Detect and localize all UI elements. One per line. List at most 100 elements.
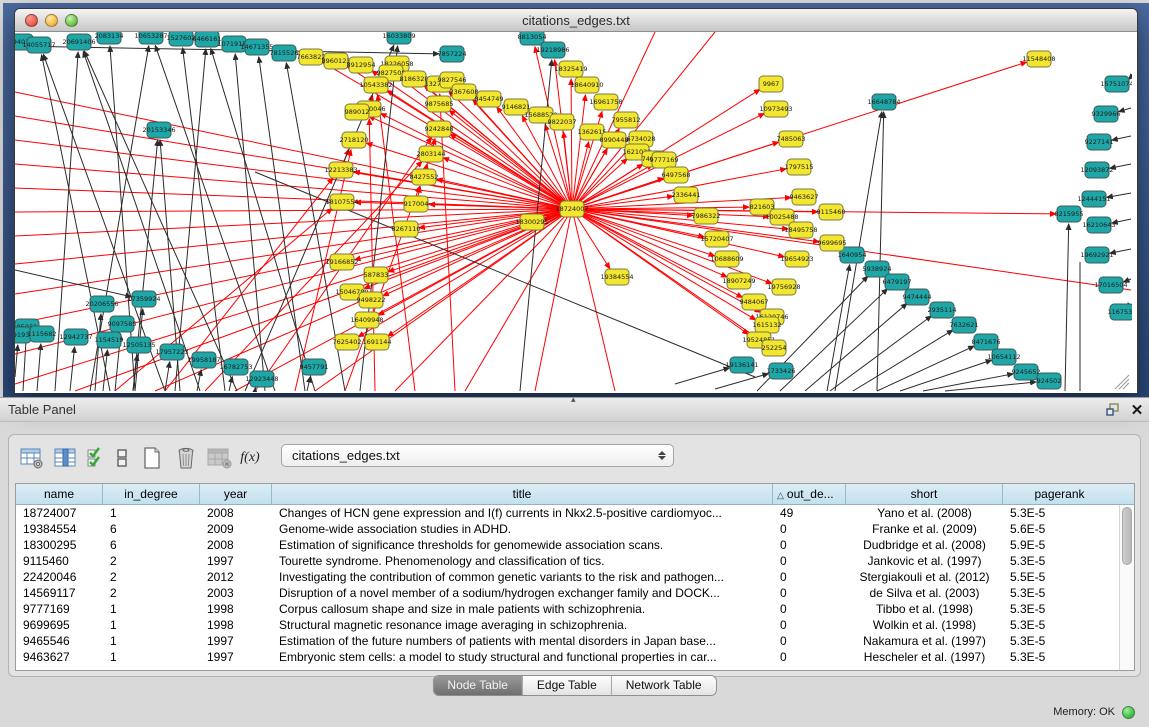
cell-title[interactable]: Embryonic stem cells: a model to study s… (272, 649, 773, 665)
cell-in-degree[interactable]: 1 (103, 617, 200, 633)
graph-node[interactable]: 8912954 (347, 57, 376, 73)
table-row[interactable]: 1872400712008Changes of HCN gene express… (16, 505, 1119, 521)
network-canvas[interactable]: 1940331405571720691406208313410653287152… (15, 32, 1137, 392)
table-row[interactable]: 1830029562008Estimation of significance … (16, 537, 1119, 553)
graph-node[interactable]: 9484067 (740, 294, 769, 310)
cell-in-degree[interactable]: 2 (103, 553, 200, 569)
cell-in-degree[interactable]: 1 (103, 633, 200, 649)
cell-title[interactable]: Structural magnetic resonance image aver… (272, 617, 773, 633)
resize-grip-line[interactable] (1115, 375, 1129, 389)
table-row[interactable]: 946362711997Embryonic stem cells: a mode… (16, 649, 1119, 665)
cell-name[interactable]: 22420046 (16, 569, 103, 585)
graph-node[interactable]: 9822037 (548, 114, 577, 130)
cell-pagerank[interactable]: 5.5E-5 (1003, 569, 1116, 585)
citation-edge-black[interactable] (877, 112, 884, 391)
graph-node[interactable]: 2935114 (928, 302, 957, 318)
citation-edge-black[interactable] (37, 344, 41, 391)
graph-node[interactable]: 2083134 (95, 32, 124, 44)
cell-short[interactable]: Hescheler et al. (1997) (846, 649, 1003, 665)
column-header-pagerank[interactable]: pagerank (1003, 484, 1116, 504)
graph-node[interactable]: 15751074 (1100, 76, 1132, 92)
cell-in-degree[interactable]: 1 (103, 505, 200, 521)
checklist-icon[interactable] (85, 444, 107, 472)
graph-node[interactable]: 7485063 (777, 131, 806, 147)
new-file-icon[interactable] (137, 444, 167, 472)
network-graph[interactable]: 1940331405571720691406208313410653287152… (15, 32, 1132, 392)
cell-title[interactable]: Disruption of a novel member of a sodium… (272, 585, 773, 601)
graph-node[interactable]: 19166852 (325, 254, 358, 270)
cell-year[interactable]: 1997 (200, 649, 272, 665)
graph-node[interactable]: 9329966 (1092, 106, 1121, 122)
graph-node[interactable]: 12923448 (245, 371, 278, 387)
citation-edge-red[interactable] (465, 209, 572, 391)
graph-node[interactable]: 989012 (345, 104, 370, 120)
cell-pagerank[interactable]: 5.3E-5 (1003, 553, 1116, 569)
table-row[interactable]: 1456911722003Disruption of a novel membe… (16, 585, 1119, 601)
citation-edge-red[interactable] (381, 113, 572, 209)
citation-edge-black[interactable] (235, 54, 265, 391)
cell-out-de-[interactable]: 0 (773, 537, 846, 553)
cell-name[interactable]: 9465546 (16, 633, 103, 649)
column-header-short[interactable]: short (846, 484, 1003, 504)
graph-node[interactable]: 18907249 (722, 273, 755, 289)
float-window-icon[interactable] (1101, 400, 1125, 420)
cell-out-de-[interactable]: 0 (773, 617, 846, 633)
citation-edge-black[interactable] (307, 377, 310, 391)
cell-year[interactable]: 2009 (200, 521, 272, 537)
graph-node[interactable]: 8267110 (392, 221, 421, 237)
citation-edge-black[interactable] (70, 347, 75, 391)
cell-pagerank[interactable]: 5.3E-5 (1003, 649, 1116, 665)
graph-node[interactable]: 8454749 (475, 91, 504, 107)
graph-node[interactable]: 917004 (404, 196, 429, 212)
graph-node[interactable]: 1167534 (1108, 304, 1132, 320)
cell-in-degree[interactable]: 2 (103, 585, 200, 601)
cell-short[interactable]: de Silva et al. (2003) (846, 585, 1003, 601)
graph-node[interactable]: 7955812 (612, 112, 641, 128)
cell-title[interactable]: Genome-wide association studies in ADHD. (272, 521, 773, 537)
graph-node[interactable]: 10543382 (359, 77, 392, 93)
function-builder-icon[interactable]: f(x) (239, 444, 261, 472)
cell-title[interactable]: Corpus callosum shape and size in male p… (272, 601, 773, 617)
cell-name[interactable]: 14569117 (16, 585, 103, 601)
citation-edge-black[interactable] (183, 48, 225, 391)
table-settings-icon[interactable] (17, 444, 47, 472)
citation-edge-black[interactable] (853, 330, 953, 391)
graph-node[interactable]: 7625402 (333, 334, 362, 350)
cell-name[interactable]: 9115460 (16, 553, 103, 569)
graph-node[interactable]: 12213383 (324, 162, 357, 178)
graph-node[interactable]: 587833 (364, 267, 389, 283)
citation-edge-red[interactable] (572, 32, 715, 209)
table-selector-dropdown[interactable]: citations_edges.txt (281, 444, 674, 467)
cell-out-de-[interactable]: 0 (773, 569, 846, 585)
table-row[interactable]: 977716911998Corpus callosum shape and si… (16, 601, 1119, 617)
graph-node[interactable]: 19384554 (600, 269, 633, 285)
cell-name[interactable]: 18724007 (16, 505, 103, 521)
graph-node[interactable]: 19958187 (187, 352, 220, 368)
graph-node[interactable]: 8471676 (972, 334, 1001, 350)
cell-short[interactable]: Nakamura et al. (1997) (846, 633, 1003, 649)
cell-short[interactable]: Yano et al. (2008) (846, 505, 1003, 521)
graph-node[interactable]: 9967 (759, 76, 783, 92)
citation-edge-black[interactable] (780, 289, 887, 391)
citation-edge-red[interactable] (572, 209, 615, 391)
graph-node[interactable]: 19756928 (767, 279, 800, 295)
cell-out-de-[interactable]: 0 (773, 649, 846, 665)
table-type-tabs[interactable]: Node TableEdge TableNetwork Table (432, 675, 716, 696)
cell-year[interactable]: 2008 (200, 537, 272, 553)
graph-node[interactable]: 9875685 (425, 96, 454, 112)
cell-title[interactable]: Tourette syndrome. Phenomenology and cla… (272, 553, 773, 569)
citation-edge-black[interactable] (1112, 136, 1131, 140)
cell-year[interactable]: 1997 (200, 633, 272, 649)
citation-edge-black[interactable] (1065, 224, 1069, 391)
cell-short[interactable]: Stergiakouli et al. (2012) (846, 569, 1003, 585)
graph-node[interactable]: 20691406 (62, 34, 95, 50)
attribute-table[interactable]: namein_degreeyeartitle△out_de...shortpag… (15, 483, 1135, 671)
graph-node[interactable]: 9227141 (1085, 134, 1114, 150)
graph-node[interactable]: 10654112 (987, 349, 1020, 365)
tab-edge-table[interactable]: Edge Table (523, 676, 612, 695)
window-titlebar[interactable]: citations_edges.txt (15, 9, 1137, 32)
citation-edge-black[interactable] (229, 377, 232, 391)
citation-edge-black[interactable] (805, 303, 907, 391)
delete-table-icon[interactable] (205, 444, 235, 472)
citation-edge-black[interactable] (945, 382, 1036, 391)
